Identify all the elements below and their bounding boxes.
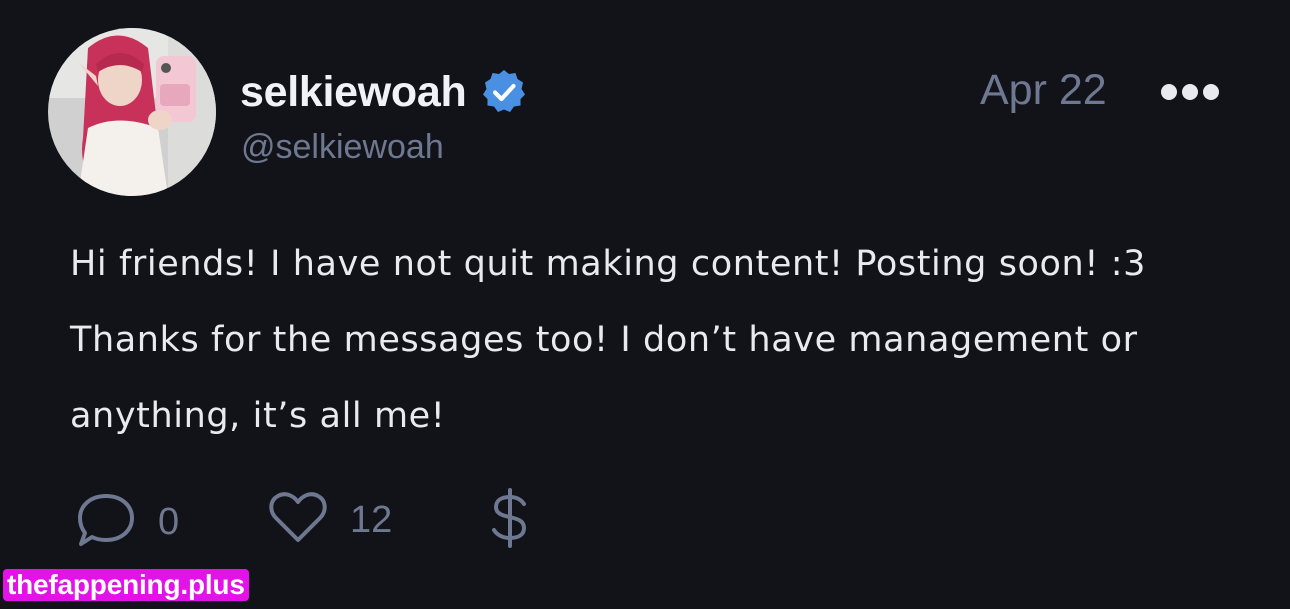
- avatar-image: [48, 28, 216, 196]
- post-body-line: Hi friends! I have not quit making conte…: [70, 244, 1146, 284]
- author-name-row: selkiewoah: [240, 64, 528, 120]
- post-date[interactable]: Apr 22: [980, 66, 1107, 115]
- post-card: selkiewoah @selkiewoah Apr 22 Hi friends…: [0, 0, 1290, 609]
- reply-button[interactable]: 0: [76, 492, 179, 552]
- tip-dollar-icon: [488, 488, 532, 552]
- like-icon: [268, 492, 328, 548]
- watermark-label: thefappening.plus: [3, 569, 249, 601]
- post-body-line: Thanks for the messages too! I don’t hav…: [70, 320, 1138, 360]
- reply-count: 0: [158, 500, 180, 543]
- verified-badge-icon: [480, 68, 528, 116]
- reply-icon: [76, 492, 136, 552]
- like-button[interactable]: 12: [268, 492, 392, 548]
- like-count: 12: [350, 498, 393, 541]
- author-display-name[interactable]: selkiewoah: [240, 68, 467, 117]
- author-handle[interactable]: @selkiewoah: [241, 128, 444, 167]
- more-options-icon[interactable]: [1160, 78, 1220, 106]
- tip-button[interactable]: [488, 488, 532, 552]
- post-body-line: anything, it’s all me!: [70, 396, 446, 436]
- post-actions: 0 12: [0, 480, 1290, 560]
- author-avatar[interactable]: [48, 28, 216, 196]
- post-body: Hi friends! I have not quit making conte…: [70, 226, 1260, 454]
